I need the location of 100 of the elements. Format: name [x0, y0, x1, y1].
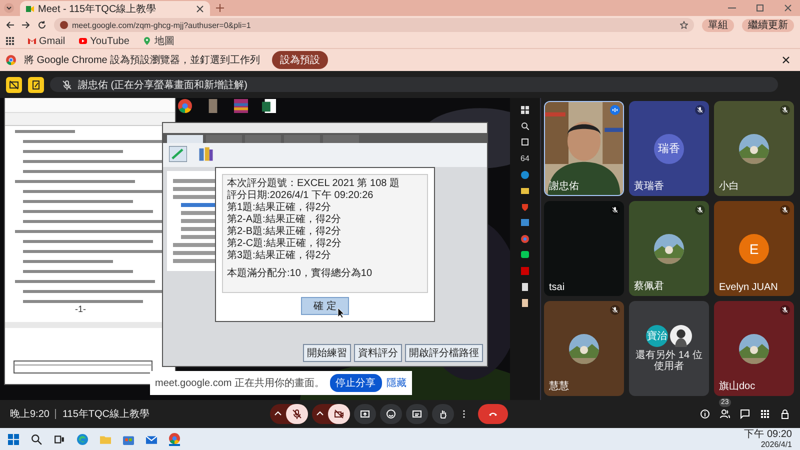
- mail-icon[interactable]: [146, 434, 157, 444]
- browser-tab[interactable]: Meet - 115年TQC線上教學: [20, 1, 210, 16]
- mic-off-icon: [62, 80, 72, 90]
- avatar: 寶治: [646, 325, 668, 347]
- store-icon[interactable]: [123, 434, 134, 444]
- captions-icon: [412, 409, 422, 419]
- ok-button[interactable]: 確 定: [300, 297, 350, 315]
- people-icon[interactable]: [720, 409, 730, 419]
- infobar-message: 將 Google Chrome 設為預設瀏覽器，並釘選到工作列: [24, 54, 260, 67]
- hand-icon: [438, 409, 448, 419]
- stop-sharing-button[interactable]: 停止分享: [330, 374, 382, 392]
- present-button[interactable]: [354, 404, 376, 424]
- pencil-icon: [169, 146, 187, 162]
- task-view-icon: [521, 138, 529, 146]
- participant-name: 謝忠佑: [549, 180, 579, 193]
- shield-icon: [521, 203, 529, 211]
- edge-icon[interactable]: [77, 434, 88, 444]
- chrome-logo-icon: [178, 98, 192, 114]
- chrome-logo-icon: [521, 235, 529, 243]
- taskbar-date: 2026/4/1: [760, 440, 792, 448]
- bookmark-link[interactable]: 地圖: [154, 34, 174, 48]
- info-icon[interactable]: [700, 409, 710, 419]
- taskbar-time: 下午 09:20: [744, 430, 792, 440]
- reload-icon[interactable]: [38, 21, 46, 29]
- maximize-icon[interactable]: [756, 4, 764, 12]
- participant-name: 黃瑞香: [634, 180, 664, 193]
- result-line: 第2-B題:結果正確，得2分: [227, 226, 342, 238]
- profile-button[interactable]: 單組: [702, 18, 734, 32]
- present-screen-icon: [360, 409, 370, 419]
- result-line: 第2-C題:結果正確，得2分: [227, 238, 342, 250]
- close-icon[interactable]: [782, 56, 790, 64]
- camera-off-icon: [334, 409, 344, 419]
- windows-logo-icon[interactable]: [8, 434, 19, 444]
- avatar: 瑞香: [654, 134, 684, 164]
- pdf-icon: [521, 267, 529, 275]
- stop-annotation-button[interactable]: [6, 76, 22, 92]
- raise-hand-button[interactable]: [432, 404, 454, 424]
- books-icon: [197, 146, 215, 162]
- mail-icon: [28, 37, 36, 45]
- set-default-button[interactable]: 設為預設: [272, 51, 328, 69]
- meeting-title: 115年TQC線上教學: [62, 408, 150, 421]
- emoji-button[interactable]: [380, 404, 402, 424]
- windows-logo-icon: [521, 106, 529, 114]
- sharing-notice: meet.google.com 正在共用你的畫面。: [155, 376, 324, 390]
- forward-icon[interactable]: [22, 21, 30, 29]
- app-button[interactable]: 開啟評分檔路徑: [405, 344, 483, 362]
- hide-button[interactable]: 隱藏: [386, 376, 406, 390]
- participant-name: 小白: [719, 180, 739, 193]
- result-line: 第2-A題:結果正確，得2分: [227, 214, 342, 226]
- back-icon[interactable]: [6, 21, 14, 29]
- avatar: E: [739, 234, 769, 264]
- result-line: 評分日期:2026/4/1 下午 09:20:26: [227, 190, 374, 202]
- participant-name: 蔡佩君: [634, 280, 664, 293]
- address-bar[interactable]: meet.google.com/zqm-ghcg-mjj?authuser=0&pli=1: [54, 18, 694, 32]
- search-icon[interactable]: [31, 434, 42, 444]
- activities-icon[interactable]: [760, 409, 770, 419]
- camera-button[interactable]: [328, 404, 350, 424]
- result-line: 第1題:結果正確，得2分: [227, 202, 332, 214]
- participant-name: 旗山doc: [719, 380, 756, 393]
- participant-name: Evelyn JUAN: [719, 282, 778, 293]
- leave-call-button[interactable]: [478, 404, 508, 424]
- participant-name: 慧慧: [549, 380, 569, 393]
- app-button[interactable]: 資料評分: [354, 344, 402, 362]
- window-icon: [521, 219, 529, 227]
- meeting-time: 晚上9:20: [10, 408, 50, 421]
- captions-button[interactable]: [406, 404, 428, 424]
- close-icon[interactable]: [196, 4, 204, 12]
- tab-search-icon[interactable]: [4, 3, 14, 13]
- result-line: 第3題:結果正確，得2分: [227, 250, 332, 262]
- result-line: 本次評分題號：EXCEL 2021 第 108 題: [227, 178, 400, 190]
- star-icon[interactable]: [680, 21, 688, 29]
- microphone-button[interactable]: [286, 404, 308, 424]
- map-pin-icon: [143, 37, 152, 45]
- chrome-logo-icon[interactable]: [169, 432, 180, 446]
- task-view-icon[interactable]: [54, 434, 65, 444]
- bookmark-link[interactable]: YouTube: [90, 36, 130, 46]
- site-info-icon: [60, 21, 68, 29]
- taskbar-label: 64: [520, 154, 530, 163]
- app-button[interactable]: 開始練習: [303, 344, 351, 362]
- new-tab-icon[interactable]: [216, 4, 224, 12]
- bookmark-link[interactable]: Gmail: [39, 36, 66, 46]
- apps-grid-icon[interactable]: [6, 37, 14, 45]
- tab-title: Meet - 115年TQC線上教學: [38, 2, 158, 16]
- participant-name: tsai: [549, 282, 565, 293]
- meet-icon: [26, 4, 34, 12]
- pen-icon: [31, 80, 41, 90]
- update-button[interactable]: 繼續更新: [742, 18, 794, 32]
- caret-icon: [274, 410, 282, 418]
- chrome-logo-icon: [6, 55, 16, 65]
- play-icon: [79, 37, 88, 45]
- annotate-button[interactable]: [28, 76, 44, 92]
- search-icon: [521, 122, 529, 130]
- participant-name: 還有另外 14 位使用者: [634, 350, 704, 372]
- crossed-frame-icon: [9, 80, 19, 90]
- lock-icon[interactable]: [780, 409, 790, 419]
- folder-icon: [521, 187, 529, 195]
- smiley-icon: [386, 409, 396, 419]
- chat-icon[interactable]: [740, 409, 750, 419]
- caret-icon: [316, 410, 324, 418]
- edge-icon: [521, 171, 529, 179]
